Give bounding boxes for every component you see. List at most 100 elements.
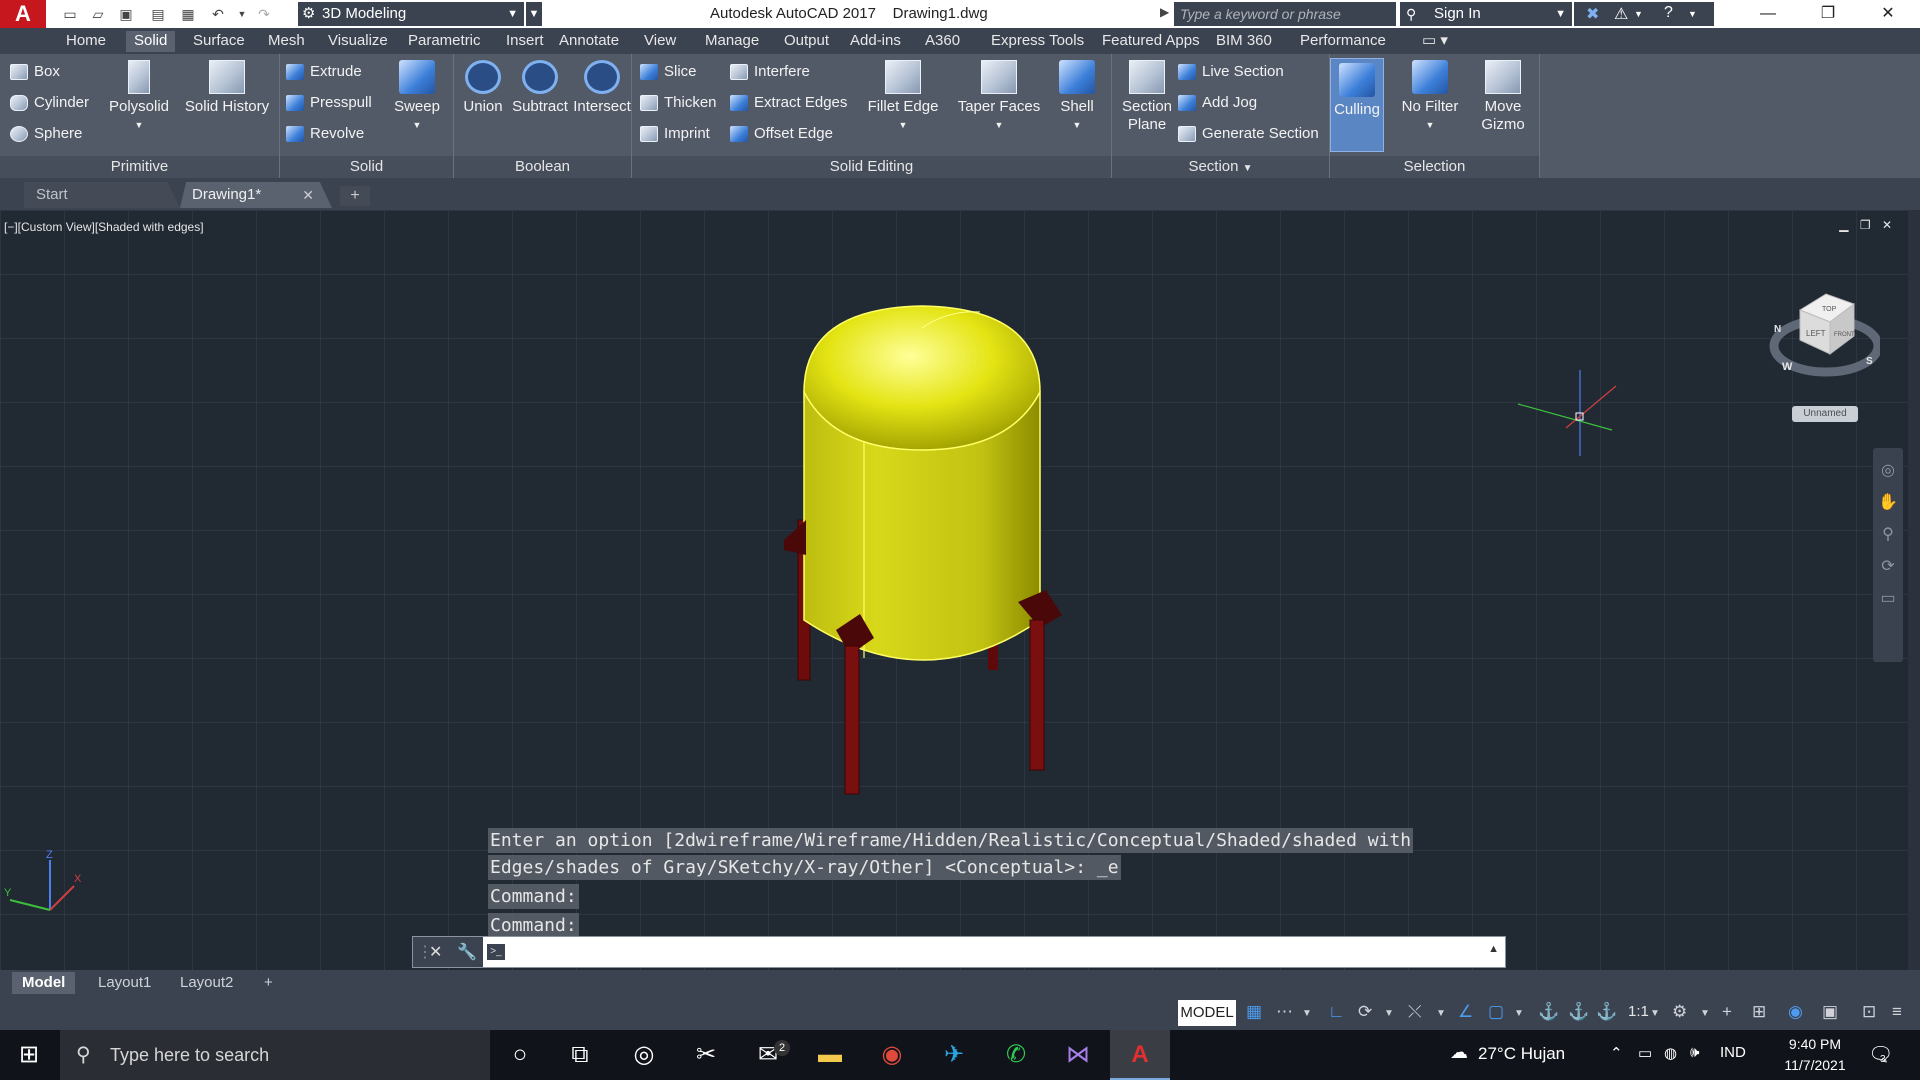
taskbar-search-input[interactable]: ⚲ Type here to search	[60, 1030, 490, 1080]
plot-icon[interactable]: ▦	[178, 4, 198, 24]
subtract-button[interactable]: Subtract	[510, 60, 570, 116]
imprint-button[interactable]: Imprint	[638, 122, 710, 146]
task-view-icon[interactable]: ⧉	[550, 1030, 610, 1080]
compass-w-label[interactable]: W	[1782, 361, 1793, 373]
chevron-down-icon[interactable]: ▼	[1302, 1008, 1312, 1019]
tab-layout1[interactable]: Layout1	[88, 972, 161, 994]
tab-surface[interactable]: Surface	[185, 31, 253, 52]
help-icon[interactable]: ?	[1664, 4, 1673, 22]
viewport-scrollbar[interactable]	[1908, 210, 1920, 970]
ucs-menu-button[interactable]: Unnamed	[1792, 406, 1858, 422]
showmotion-icon[interactable]: ▭	[1873, 588, 1903, 608]
new-tab-button[interactable]: +	[340, 186, 370, 206]
ribbon-minimize-button[interactable]: ▭ ▾	[1414, 31, 1456, 52]
culling-button[interactable]: Culling	[1330, 58, 1384, 152]
visual-studio-icon[interactable]: ⋈	[1048, 1030, 1108, 1080]
chevron-down-icon[interactable]: ▼	[1700, 1008, 1710, 1019]
tab-express-tools[interactable]: Express Tools	[983, 31, 1092, 52]
snip-icon[interactable]: ✂	[676, 1030, 736, 1080]
save-icon[interactable]: ▣	[116, 4, 136, 24]
tab-drawing[interactable]: Drawing1* ✕	[180, 182, 332, 208]
snap-icon[interactable]: ⋯	[1276, 1002, 1293, 1022]
clean-screen-icon[interactable]: ⊡	[1862, 1002, 1876, 1022]
tab-visualize[interactable]: Visualize	[320, 31, 396, 52]
add-jog-button[interactable]: Add Jog	[1176, 91, 1257, 115]
wrench-icon[interactable]: 🔧	[457, 942, 477, 962]
undo-dropdown-icon[interactable]: ▼	[232, 4, 252, 24]
polar-icon[interactable]: ⟳	[1358, 1002, 1372, 1022]
slice-button[interactable]: Slice	[638, 60, 697, 84]
qat-customize-button[interactable]: ▼	[526, 2, 542, 26]
tab-manage[interactable]: Manage	[697, 31, 767, 52]
command-input[interactable]	[513, 941, 1433, 963]
model-space-button[interactable]: MODEL	[1178, 1000, 1236, 1026]
network-icon[interactable]: ◍	[1664, 1044, 1677, 1062]
autocad-taskbar-icon[interactable]: A	[1110, 1030, 1170, 1080]
tab-output[interactable]: Output	[776, 31, 837, 52]
minimize-button[interactable]: —	[1740, 0, 1796, 28]
polysolid-button[interactable]: Polysolid ▼	[106, 60, 172, 134]
new-file-icon[interactable]: ▭	[60, 4, 80, 24]
restore-button[interactable]: ❐	[1800, 0, 1856, 28]
box-button[interactable]: Box	[8, 60, 60, 84]
object-snap-tracking-icon[interactable]: ∠	[1458, 1002, 1473, 1022]
close-icon[interactable]: ✕	[429, 942, 442, 962]
weather-icon[interactable]: ☁	[1450, 1042, 1468, 1063]
battery-icon[interactable]: ▭	[1638, 1044, 1652, 1062]
auto-scale-icon[interactable]: ⚓	[1568, 1002, 1589, 1022]
drawing-viewport[interactable]: [−][Custom View][Shaded with edges] ▁ ❐ …	[0, 210, 1908, 970]
offset-edge-button[interactable]: Offset Edge	[728, 122, 833, 146]
tab-performance[interactable]: Performance	[1292, 31, 1394, 52]
live-section-button[interactable]: Live Section	[1176, 60, 1284, 84]
language-indicator[interactable]: IND	[1720, 1044, 1746, 1061]
mail-icon[interactable]: ✉ 2	[738, 1030, 798, 1080]
save-as-icon[interactable]: ▤	[148, 4, 168, 24]
extract-edges-button[interactable]: Extract Edges	[728, 91, 847, 115]
customization-menu-icon[interactable]: ≡	[1892, 1002, 1902, 1022]
chevron-down-icon[interactable]: ▼	[1436, 1008, 1446, 1019]
shell-button[interactable]: Shell ▼	[1052, 60, 1102, 134]
annotation-visibility-icon[interactable]: ⚓	[1538, 1002, 1559, 1022]
no-filter-button[interactable]: No Filter ▼	[1392, 60, 1468, 134]
telegram-icon[interactable]: ✈	[924, 1030, 984, 1080]
a360-icon[interactable]: ⚠	[1614, 4, 1628, 24]
steering-wheel-icon[interactable]: ◎	[1873, 460, 1903, 480]
extrude-button[interactable]: Extrude	[284, 60, 362, 84]
object-snap-icon[interactable]: ▢	[1488, 1002, 1504, 1022]
tab-solid[interactable]: Solid	[126, 31, 176, 52]
tab-start[interactable]: Start	[24, 182, 180, 208]
tab-view[interactable]: View	[636, 31, 684, 52]
annotation-scale-icon[interactable]: ⚓	[1596, 1002, 1617, 1022]
hardware-acceleration-icon[interactable]: ▣	[1822, 1002, 1838, 1022]
taper-faces-button[interactable]: Taper Faces ▼	[954, 60, 1044, 134]
panel-title-section[interactable]: Section ▼	[1112, 156, 1329, 178]
move-gizmo-button[interactable]: Move Gizmo	[1472, 60, 1534, 134]
chevron-down-icon[interactable]: ▼	[1688, 9, 1697, 19]
isolate-objects-icon[interactable]: ◉	[1788, 1002, 1803, 1022]
annotation-monitor-icon[interactable]: +	[1722, 1002, 1732, 1022]
ortho-icon[interactable]: ∟	[1328, 1002, 1345, 1022]
thicken-button[interactable]: Thicken	[638, 91, 717, 115]
workspace-switch-icon[interactable]: ⚙	[1672, 1002, 1687, 1022]
cortana-icon[interactable]: ○	[490, 1030, 550, 1080]
tab-add-ins[interactable]: Add-ins	[842, 31, 909, 52]
tab-bim-360[interactable]: BIM 360	[1208, 31, 1280, 52]
search-expand-icon[interactable]: ▶	[1160, 5, 1169, 19]
chevron-up-icon[interactable]: ⌃	[1610, 1044, 1623, 1062]
search-input[interactable]: Type a keyword or phrase	[1174, 2, 1396, 26]
signin-button[interactable]: ⚲ Sign In ▼	[1400, 2, 1572, 26]
chevron-down-icon[interactable]: ▼	[1650, 1008, 1660, 1019]
chevron-up-icon[interactable]: ▲	[1488, 943, 1499, 955]
tab-mesh[interactable]: Mesh	[260, 31, 313, 52]
tab-featured-apps[interactable]: Featured Apps	[1094, 31, 1208, 52]
revolve-button[interactable]: Revolve	[284, 122, 364, 146]
sphere-button[interactable]: Sphere	[8, 122, 82, 146]
tab-a360[interactable]: A360	[917, 31, 968, 52]
annotation-scale-value[interactable]: 1:1	[1628, 1003, 1649, 1020]
tab-home[interactable]: Home	[58, 31, 114, 52]
command-prompt-icon[interactable]: >_	[487, 944, 505, 960]
fillet-edge-button[interactable]: Fillet Edge ▼	[860, 60, 946, 134]
close-icon[interactable]: ✕	[302, 182, 314, 208]
weather-text[interactable]: 27°C Hujan	[1478, 1044, 1565, 1064]
add-layout-button[interactable]: +	[254, 972, 283, 994]
